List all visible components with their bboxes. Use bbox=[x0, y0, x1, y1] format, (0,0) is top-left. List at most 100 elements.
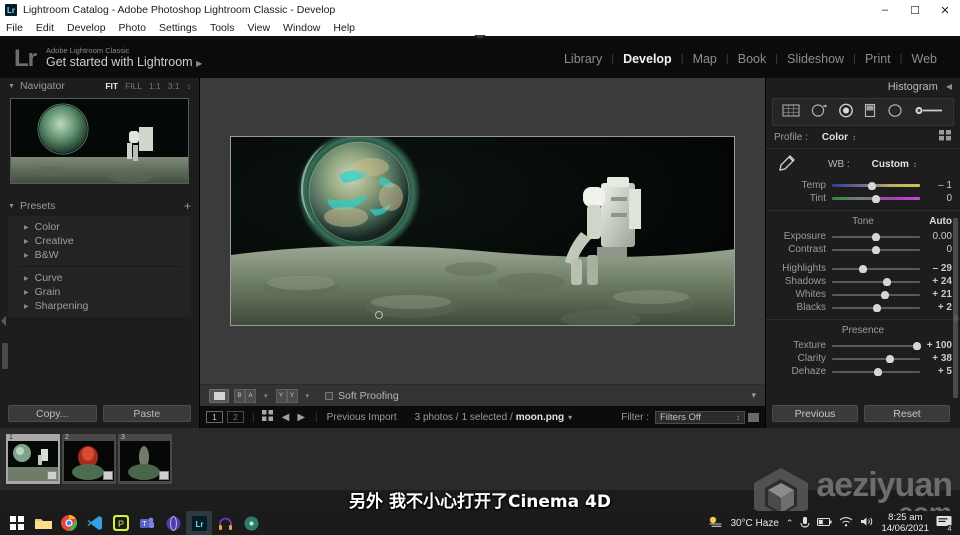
windows-start-icon[interactable] bbox=[4, 511, 30, 535]
filter-toggle-icon[interactable] bbox=[748, 412, 759, 422]
filmstrip-thumb-2[interactable]: 2 bbox=[62, 434, 116, 484]
exposure-value[interactable]: 0.00 bbox=[920, 231, 952, 242]
exposure-knob[interactable] bbox=[872, 233, 880, 241]
module-web[interactable]: Web bbox=[903, 52, 946, 66]
menu-item-help[interactable]: Help bbox=[333, 22, 355, 34]
graduated-filter-icon[interactable] bbox=[864, 103, 876, 121]
exposure-slider[interactable] bbox=[832, 231, 920, 242]
zoom-mode-3-1[interactable]: 3:1 bbox=[168, 81, 180, 91]
left-panel-scrollbar[interactable] bbox=[2, 343, 8, 369]
red-eye-correction-icon[interactable] bbox=[838, 103, 854, 121]
thumb-badge-icon[interactable] bbox=[47, 471, 57, 480]
screen-1-button[interactable]: 1 bbox=[206, 411, 223, 423]
presets-header[interactable]: ▼ Presets + bbox=[0, 198, 199, 214]
tint-value[interactable]: 0 bbox=[920, 193, 952, 204]
chevron-down-icon[interactable]: ▼ bbox=[8, 83, 15, 90]
photoshop-icon[interactable]: P bbox=[108, 511, 134, 535]
preset-group-grain[interactable]: ▶ Grain bbox=[8, 285, 191, 299]
thumb-badge-icon[interactable] bbox=[103, 471, 113, 480]
shadows-slider[interactable] bbox=[832, 276, 920, 287]
texture-value[interactable]: + 100 bbox=[920, 340, 952, 351]
white-balance-selector-icon[interactable] bbox=[774, 154, 796, 175]
contrast-value[interactable]: 0 bbox=[920, 244, 952, 255]
wifi-icon[interactable] bbox=[839, 516, 853, 530]
menu-item-settings[interactable]: Settings bbox=[159, 22, 197, 34]
navigator-preview[interactable] bbox=[10, 98, 189, 184]
soft-proofing-checkbox[interactable] bbox=[325, 391, 334, 400]
navigator-header[interactable]: ▼ Navigator FIT FILL 1:1 3:1 ↕ bbox=[0, 78, 199, 94]
minimize-button[interactable]: – bbox=[870, 0, 900, 20]
menu-item-photo[interactable]: Photo bbox=[119, 22, 146, 34]
preset-group-sharpening[interactable]: ▶ Sharpening bbox=[8, 299, 191, 313]
histogram-header[interactable]: Histogram ◀ bbox=[766, 78, 960, 95]
left-panel-collapse-icon[interactable] bbox=[1, 316, 6, 326]
dehaze-value[interactable]: + 5 bbox=[920, 366, 952, 377]
tone-auto-button[interactable]: Auto bbox=[929, 216, 952, 227]
clock[interactable]: 8:25 am 14/06/2021 bbox=[881, 512, 929, 534]
chrome-icon[interactable] bbox=[56, 511, 82, 535]
tint-knob[interactable] bbox=[872, 195, 880, 203]
filename-caret-icon[interactable]: ▾ bbox=[568, 413, 572, 422]
profile-browser-icon[interactable] bbox=[939, 130, 952, 144]
shadows-knob[interactable] bbox=[882, 278, 891, 286]
close-button[interactable]: ✕ bbox=[930, 0, 960, 20]
tint-slider[interactable] bbox=[832, 193, 920, 204]
dehaze-knob[interactable] bbox=[873, 368, 882, 376]
previous-button[interactable]: Previous bbox=[772, 405, 858, 422]
profile-caret-icon[interactable]: ↕ bbox=[852, 133, 856, 142]
crop-overlay-icon[interactable] bbox=[782, 103, 800, 121]
disc-icon[interactable] bbox=[238, 511, 264, 535]
temp-value[interactable]: – 1 bbox=[920, 180, 952, 191]
blacks-value[interactable]: + 2 bbox=[920, 302, 952, 313]
go-back-icon[interactable]: ◀ bbox=[282, 412, 290, 423]
loupe-view-button[interactable] bbox=[209, 388, 229, 403]
soft-proofing-toggle[interactable]: Soft Proofing bbox=[325, 390, 399, 402]
clarity-knob[interactable] bbox=[886, 355, 895, 363]
compare-caret-icon[interactable]: ▾ bbox=[264, 392, 268, 400]
module-slideshow[interactable]: Slideshow bbox=[778, 52, 853, 66]
notifications-icon[interactable]: 4 bbox=[936, 515, 954, 534]
whites-slider[interactable] bbox=[832, 289, 920, 300]
blacks-slider[interactable] bbox=[832, 302, 920, 313]
identity-plate[interactable]: Adobe Lightroom Classic Get started with… bbox=[46, 46, 202, 71]
texture-knob[interactable] bbox=[913, 342, 922, 350]
menu-item-view[interactable]: View bbox=[247, 22, 270, 34]
lightroom-icon[interactable]: Lr bbox=[186, 511, 212, 535]
module-develop[interactable]: Develop bbox=[614, 52, 681, 66]
zoom-mode-caret-icon[interactable]: ↕ bbox=[187, 81, 191, 91]
teams-icon[interactable]: T bbox=[134, 511, 160, 535]
module-map[interactable]: Map bbox=[684, 52, 726, 66]
menu-item-window[interactable]: Window bbox=[283, 22, 320, 34]
top-panel-toggle[interactable] bbox=[0, 35, 960, 39]
volume-icon[interactable] bbox=[860, 516, 874, 530]
maximize-button[interactable]: ☐ bbox=[900, 0, 930, 20]
radial-filter-icon[interactable] bbox=[887, 103, 903, 121]
zoom-mode-fit[interactable]: FIT bbox=[105, 81, 118, 91]
weather-label[interactable]: 30°C Haze bbox=[730, 518, 778, 529]
module-print[interactable]: Print bbox=[856, 52, 900, 66]
adjustment-brush-icon[interactable] bbox=[914, 103, 944, 121]
temp-knob[interactable] bbox=[868, 182, 877, 190]
menu-item-edit[interactable]: Edit bbox=[36, 22, 54, 34]
zoom-mode-fill[interactable]: FILL bbox=[125, 81, 142, 91]
menu-item-tools[interactable]: Tools bbox=[210, 22, 235, 34]
whites-value[interactable]: + 21 bbox=[920, 289, 952, 300]
current-filename[interactable]: moon.png bbox=[516, 412, 564, 423]
right-panel-collapse-icon[interactable] bbox=[954, 313, 959, 323]
file-explorer-icon[interactable] bbox=[30, 511, 56, 535]
filmstrip-thumb-1[interactable]: 1 bbox=[6, 434, 60, 484]
menu-item-file[interactable]: File bbox=[6, 22, 23, 34]
module-library[interactable]: Library bbox=[555, 52, 611, 66]
temp-slider[interactable] bbox=[832, 180, 920, 191]
highlights-slider[interactable] bbox=[832, 263, 920, 274]
before-after-caret-icon[interactable]: ▾ bbox=[306, 392, 310, 400]
module-book[interactable]: Book bbox=[729, 52, 776, 66]
reset-button[interactable]: Reset bbox=[864, 405, 950, 422]
wb-value[interactable]: Custom bbox=[872, 159, 909, 170]
toolbar-options-caret-icon[interactable]: ▾ bbox=[751, 390, 756, 401]
whites-knob[interactable] bbox=[880, 291, 889, 299]
preset-group-color[interactable]: ▶ Color bbox=[8, 220, 191, 234]
copy-button[interactable]: Copy... bbox=[8, 405, 97, 422]
browser-icon[interactable] bbox=[160, 511, 186, 535]
highlights-value[interactable]: – 29 bbox=[920, 263, 952, 274]
